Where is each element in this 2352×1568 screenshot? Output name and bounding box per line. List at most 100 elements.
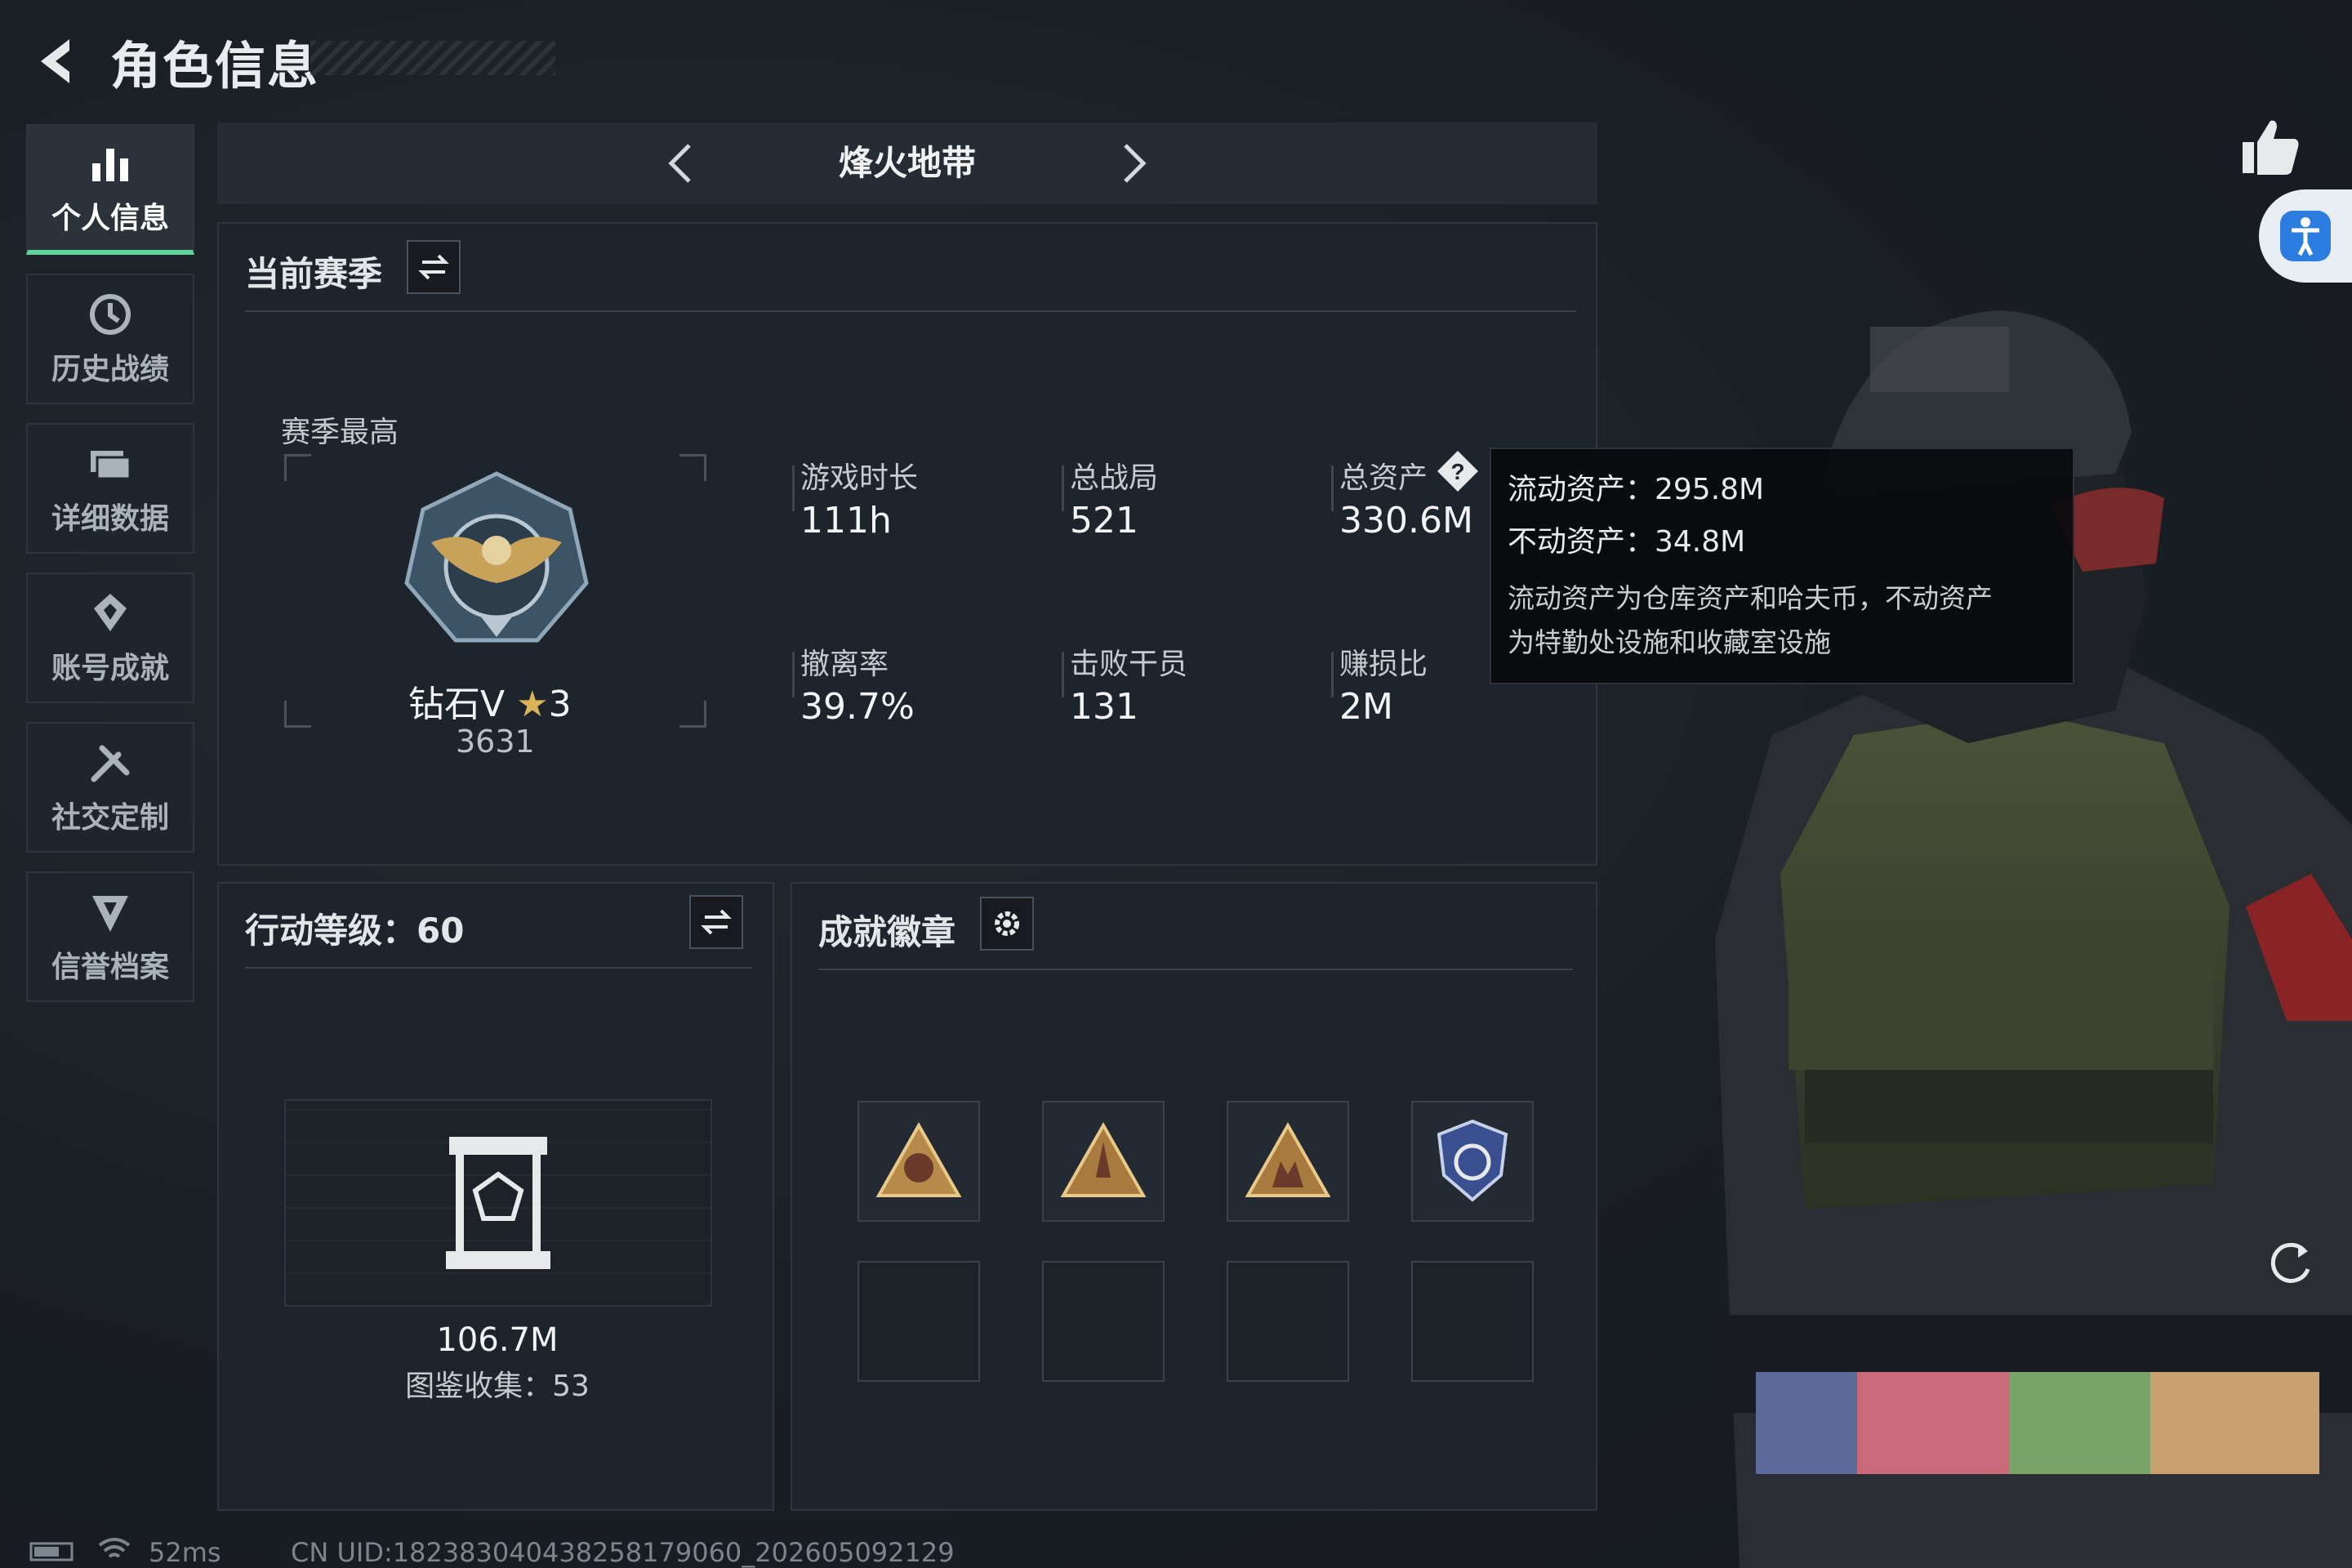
tooltip-desc-line: 流动资产为仓库资产和哈夫币，不动资产	[1508, 582, 1993, 614]
shield-icon	[92, 896, 128, 932]
badge-slot-empty[interactable]	[1411, 1261, 1534, 1382]
stat-label: 总资产	[1339, 461, 1428, 495]
tooltip-fixed-assets: 不动资产：34.8M	[1508, 525, 1746, 559]
stat-label: 游戏时长	[800, 461, 919, 495]
chevron-left-icon[interactable]	[658, 140, 704, 186]
collection-count: 图鉴收集：53	[405, 1370, 590, 1403]
sidebar-item-label: 社交定制	[51, 801, 169, 835]
folder-icon	[91, 451, 131, 480]
rank-points: 3631	[456, 724, 535, 760]
stat-value: 330.6M	[1339, 500, 1473, 541]
season-switch-button[interactable]	[407, 240, 461, 294]
accessibility-icon	[2280, 211, 2331, 261]
frame-corner	[679, 454, 706, 481]
tooltip-description: 流动资产为仓库资产和哈夫币，不动资产 为特勤处设施和收藏室设施	[1508, 577, 2056, 665]
stat-value: 131	[1070, 686, 1138, 728]
stat-marker	[1331, 652, 1334, 697]
swap-icon	[701, 909, 732, 935]
badge-shield-icon	[1437, 1119, 1508, 1202]
stat-value: 111h	[800, 500, 892, 541]
badge-slot[interactable]	[1411, 1101, 1534, 1222]
battery-icon	[29, 1542, 74, 1561]
rank-emblem-icon	[404, 471, 589, 643]
season-panel: 当前赛季 赛季最高 钻石V ★3 3631 游戏时长 111h 总战局 521 …	[217, 222, 1597, 866]
tooltip-desc-line: 为特勤处设施和收藏室设施	[1508, 626, 1831, 658]
stat-value: 39.7%	[800, 686, 915, 728]
stat-label: 击败干员	[1070, 648, 1188, 681]
overlay-thumbnail[interactable]	[1756, 1372, 2319, 1474]
badge-slot[interactable]	[1227, 1101, 1349, 1222]
accessibility-button[interactable]	[2259, 189, 2352, 283]
sidebar-item-personal-info[interactable]: 个人信息	[26, 124, 194, 255]
sidebar-item-label: 信誉档案	[51, 951, 169, 984]
uid-text: CN UID:1823830404382581790​60_2026050921…	[291, 1537, 955, 1568]
sidebar-item-label: 历史战绩	[51, 353, 169, 386]
action-level-panel: 行动等级：60 106.7M 图鉴收集：53	[217, 882, 774, 1511]
collection-cabinet-icon	[446, 1137, 550, 1269]
title-decoration	[310, 41, 555, 75]
sidebar-item-reputation[interactable]: 信誉档案	[26, 871, 194, 1002]
badge-slot-empty[interactable]	[1042, 1261, 1165, 1382]
stat-value: 2M	[1339, 686, 1393, 728]
sidebar-item-history[interactable]: 历史战绩	[26, 274, 194, 404]
back-arrow-icon[interactable]	[24, 33, 82, 90]
thumbs-up-icon[interactable]	[2238, 114, 2303, 180]
stat-label: 赚损比	[1339, 648, 1428, 681]
stat-marker	[1062, 652, 1064, 697]
gear-icon	[995, 911, 1019, 936]
tools-icon	[91, 745, 130, 782]
rank-name-text: 钻石V	[408, 684, 506, 725]
asset-tooltip: 流动资产：295.8M 不动资产：34.8M 流动资产为仓库资产和哈夫币，不动资…	[1490, 448, 2074, 684]
badge-slot[interactable]	[858, 1101, 980, 1222]
action-level-title: 行动等级：60	[245, 911, 465, 951]
frame-corner	[284, 701, 311, 728]
page-title: 角色信息	[110, 36, 320, 96]
season-title: 当前赛季	[245, 254, 383, 294]
sidebar-item-label: 详细数据	[51, 502, 169, 536]
stat-marker	[1062, 466, 1064, 511]
stat-label: 总战局	[1070, 461, 1159, 495]
rotate-view-icon[interactable]	[2262, 1233, 2319, 1290]
svg-text:?: ?	[1450, 459, 1464, 484]
history-clock-icon	[90, 294, 131, 335]
wifi-icon	[98, 1538, 131, 1558]
badge-squad-icon	[1245, 1121, 1331, 1197]
badge-slot[interactable]	[1042, 1101, 1165, 1222]
badges-panel: 成就徽章	[791, 882, 1597, 1511]
badges-title: 成就徽章	[818, 912, 956, 952]
stat-value: 521	[1070, 500, 1138, 541]
stat-label: 撤离率	[800, 648, 889, 681]
badge-rocket-icon	[1060, 1121, 1147, 1197]
character-portrait	[1715, 310, 2352, 1568]
ping-text: 52ms	[149, 1537, 221, 1568]
action-level-divider	[245, 967, 751, 969]
collection-value: 106.7M	[436, 1321, 559, 1359]
collection-showcase[interactable]	[284, 1099, 712, 1307]
badge-58-icon	[875, 1121, 962, 1197]
sidebar-item-detailed-data[interactable]: 详细数据	[26, 423, 194, 554]
frame-corner	[679, 701, 706, 728]
badges-settings-button[interactable]	[980, 897, 1034, 951]
season-best-label: 赛季最高	[281, 416, 399, 449]
stat-marker	[792, 652, 795, 697]
sidebar-item-social[interactable]: 社交定制	[26, 722, 194, 853]
help-icon[interactable]: ?	[1436, 449, 1480, 493]
sidebar-item-label: 账号成就	[51, 652, 169, 685]
bar-chart-icon	[92, 149, 128, 181]
badges-divider	[818, 969, 1573, 970]
mode-name: 烽火地带	[838, 143, 976, 183]
sidebar-item-label: 个人信息	[51, 202, 169, 235]
swap-icon	[418, 254, 449, 280]
stat-marker	[1331, 466, 1334, 511]
achievement-icon	[94, 594, 127, 631]
star-icon: ★	[516, 684, 549, 725]
chevron-right-icon[interactable]	[1111, 140, 1156, 186]
stat-marker	[792, 466, 795, 511]
badge-slot-empty[interactable]	[1227, 1261, 1349, 1382]
action-level-switch-button[interactable]	[689, 895, 743, 949]
mode-selector: 烽火地带	[217, 122, 1597, 204]
rank-name: 钻石V ★3	[408, 675, 572, 727]
sidebar-item-achievements[interactable]: 账号成就	[26, 572, 194, 703]
badge-slot-empty[interactable]	[858, 1261, 980, 1382]
tooltip-liquid-assets: 流动资产：295.8M	[1508, 473, 1765, 506]
